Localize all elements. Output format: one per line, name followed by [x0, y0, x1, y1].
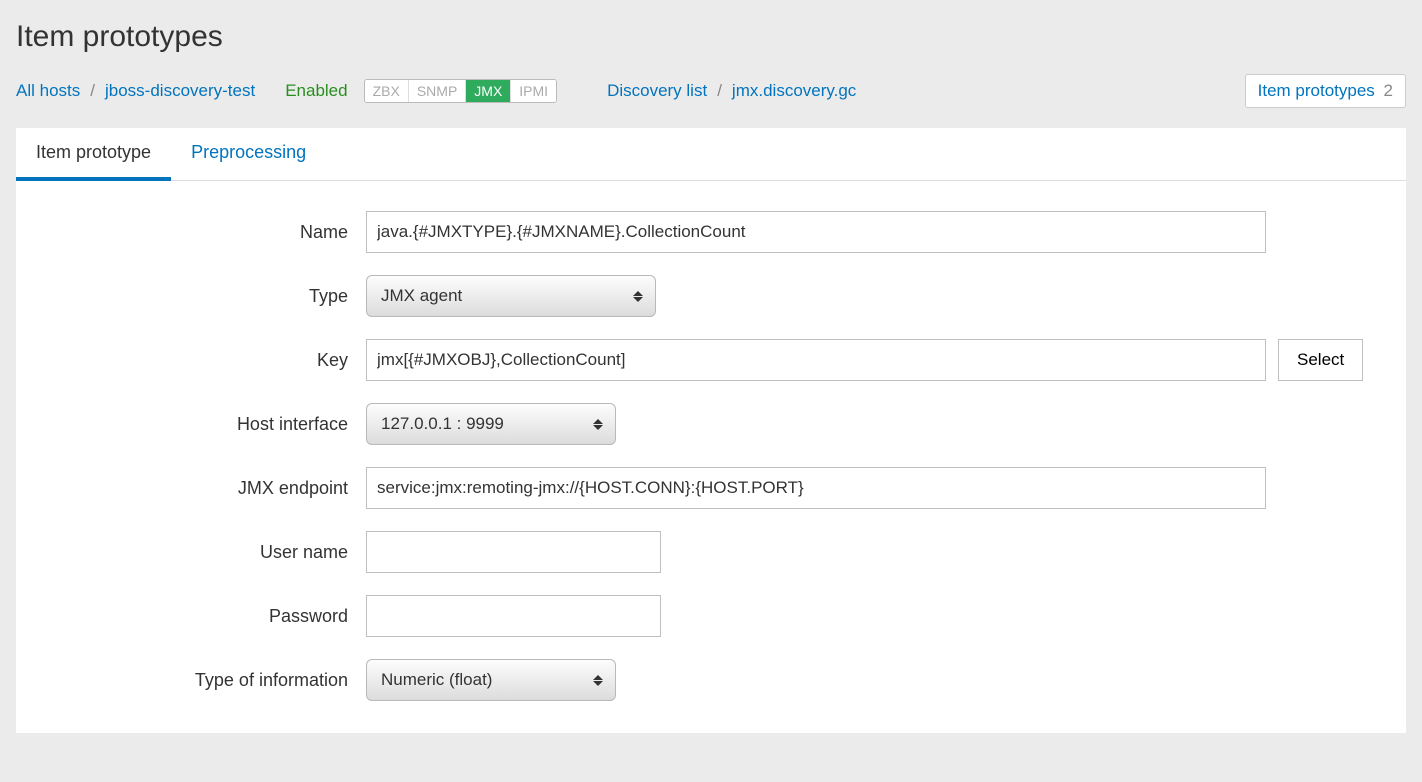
status-enabled: Enabled [285, 81, 347, 101]
main-panel: Item prototype Preprocessing Name Type J… [16, 128, 1406, 733]
label-user-name: User name [36, 542, 366, 563]
password-input[interactable] [366, 595, 661, 637]
breadcrumb-separator: / [90, 81, 95, 101]
name-input[interactable] [366, 211, 1266, 253]
type-select[interactable]: JMX agent [366, 275, 656, 317]
type-of-information-select[interactable]: Numeric (float) [366, 659, 616, 701]
select-arrows-icon [593, 416, 603, 432]
label-jmx-endpoint: JMX endpoint [36, 478, 366, 499]
item-prototypes-label: Item prototypes [1258, 81, 1375, 100]
jmx-endpoint-input[interactable] [366, 467, 1266, 509]
interface-badges: ZBX SNMP JMX IPMI [364, 79, 557, 103]
badge-ipmi: IPMI [511, 80, 556, 102]
user-name-input[interactable] [366, 531, 661, 573]
label-password: Password [36, 606, 366, 627]
select-arrows-icon [633, 288, 643, 304]
item-prototypes-count-box[interactable]: Item prototypes 2 [1245, 74, 1406, 108]
type-of-information-value: Numeric (float) [381, 670, 492, 690]
breadcrumb-discovery-list[interactable]: Discovery list [607, 81, 707, 101]
breadcrumb-all-hosts[interactable]: All hosts [16, 81, 80, 101]
item-prototypes-count: 2 [1384, 81, 1393, 100]
breadcrumb-host[interactable]: jboss-discovery-test [105, 81, 255, 101]
badge-zbx: ZBX [365, 80, 409, 102]
label-host-interface: Host interface [36, 414, 366, 435]
form: Name Type JMX agent Key Select [16, 181, 1406, 733]
select-button[interactable]: Select [1278, 339, 1363, 381]
host-interface-select[interactable]: 127.0.0.1 : 9999 [366, 403, 616, 445]
breadcrumb-separator: / [717, 81, 722, 101]
tab-preprocessing[interactable]: Preprocessing [171, 128, 326, 180]
page-title: Item prototypes [16, 10, 1406, 74]
label-name: Name [36, 222, 366, 243]
tabs: Item prototype Preprocessing [16, 128, 1406, 181]
label-type: Type [36, 286, 366, 307]
badge-snmp: SNMP [409, 80, 466, 102]
breadcrumb-discovery-rule[interactable]: jmx.discovery.gc [732, 81, 856, 101]
breadcrumb: All hosts / jboss-discovery-test Enabled… [16, 74, 1406, 128]
label-key: Key [36, 350, 366, 371]
select-arrows-icon [593, 672, 603, 688]
badge-jmx: JMX [466, 80, 511, 102]
label-type-of-information: Type of information [36, 670, 366, 691]
key-input[interactable] [366, 339, 1266, 381]
type-select-value: JMX agent [381, 286, 462, 306]
tab-item-prototype[interactable]: Item prototype [16, 128, 171, 181]
host-interface-value: 127.0.0.1 : 9999 [381, 414, 504, 434]
